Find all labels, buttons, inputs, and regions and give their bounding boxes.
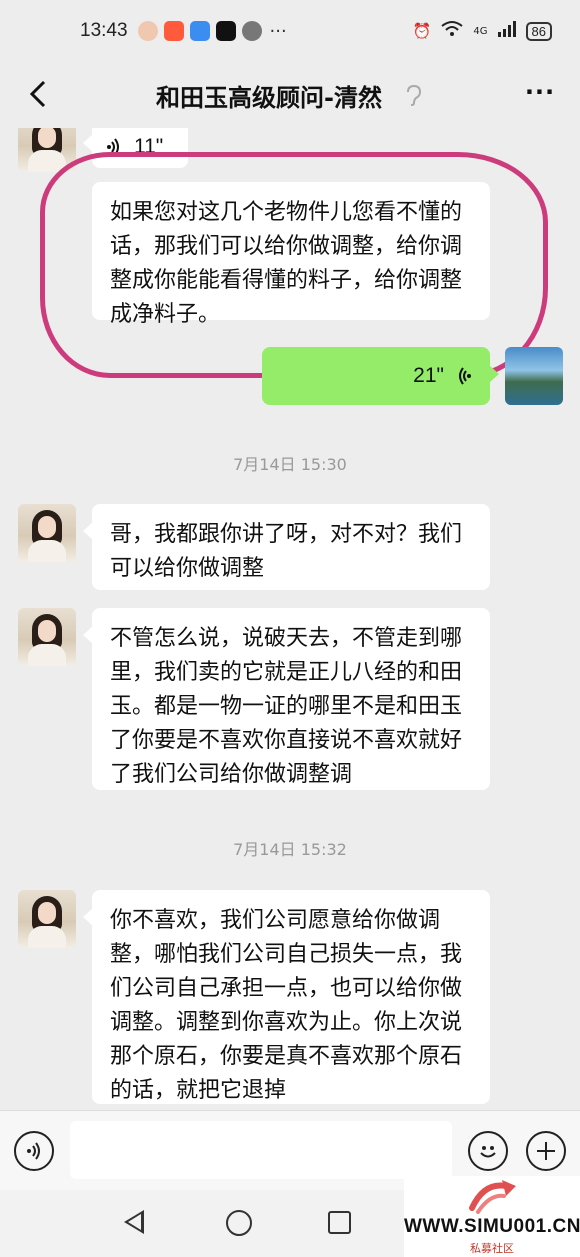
watermark-site: WWW.SIMU001.CN	[404, 1216, 580, 1237]
cloud-app-icon	[189, 21, 210, 41]
signal-icon	[497, 21, 516, 41]
chat-title: 和田玉高级顾问-清然	[156, 84, 382, 112]
more-notifications-icon: ···	[269, 20, 287, 42]
contact-avatar[interactable]	[18, 890, 76, 948]
message-bubble-incoming[interactable]: 你不喜欢，我们公司愿意给你做调整，哪怕我们公司自己损失一点，我们公司自己承担一点…	[83, 890, 490, 1104]
nav-back-button[interactable]	[124, 1210, 144, 1234]
voice-duration: 21"	[413, 364, 444, 387]
timestamp: 7月14日 15:30	[233, 455, 347, 474]
message-text: 你不喜欢，我们公司愿意给你做调整，哪怕我们公司自己损失一点，我们公司自己承担一点…	[110, 908, 463, 1103]
message-input[interactable]	[70, 1121, 452, 1179]
message-text: 哥，我都跟你讲了呀，对不对？我们可以给你做调整	[110, 522, 463, 581]
chevron-left-icon	[29, 80, 46, 108]
shop-app-icon	[163, 21, 184, 41]
back-button[interactable]	[18, 74, 58, 114]
emoji-button[interactable]	[468, 1131, 508, 1171]
smile-icon	[480, 1146, 496, 1158]
avatar-app-icon	[137, 21, 158, 41]
more-functions-button[interactable]	[526, 1131, 566, 1171]
status-app-icons	[137, 21, 262, 41]
more-options-button[interactable]: ···	[520, 74, 560, 114]
contact-avatar[interactable]	[18, 504, 76, 562]
message-bubble-incoming[interactable]: 不管怎么说，说破天去，不管走到哪里，我们卖的它就是正儿八经的和田玉。都是一物一证…	[83, 608, 490, 790]
earpiece-mode-icon	[404, 84, 422, 111]
audio-app-icon	[241, 21, 262, 41]
message-bubble-incoming[interactable]: 哥，我都跟你讲了呀，对不对？我们可以给你做调整	[83, 504, 490, 590]
voice-wave-icon	[459, 367, 471, 385]
message-list[interactable]: 11" 如果您对这几个老物件儿您看不懂的话，那我们可以给你做调整，给你调整成你能…	[0, 128, 580, 1110]
contact-avatar[interactable]	[18, 608, 76, 666]
message-text: 不管怎么说，说破天去，不管走到哪里，我们卖的它就是正儿八经的和田玉。都是一物一证…	[110, 626, 463, 787]
watermark: WWW.SIMU001.CN 私募社区	[404, 1176, 580, 1257]
watermark-subtitle: 私募社区	[470, 1242, 514, 1255]
status-time: 13:43	[80, 20, 128, 41]
chat-header: 和田玉高级顾问-清然 ···	[0, 62, 580, 128]
timestamp: 7月14日 15:32	[233, 840, 347, 859]
watermark-logo-icon	[469, 1180, 516, 1214]
voice-input-button[interactable]	[14, 1131, 54, 1171]
status-right: ⏰ 4G 86	[413, 20, 552, 42]
tiktok-app-icon	[215, 21, 236, 41]
wifi-icon	[441, 20, 464, 42]
battery-icon: 86	[525, 21, 552, 41]
network-label: 4G	[473, 25, 488, 37]
voice-message-outgoing[interactable]: 21"	[262, 347, 499, 405]
my-avatar[interactable]	[505, 347, 563, 405]
status-bar: 13:43 ··· ⏰ 4G 86	[0, 0, 580, 62]
nav-recents-button[interactable]	[328, 1211, 351, 1234]
highlight-circle-annotation	[40, 152, 548, 378]
alarm-icon: ⏰	[412, 22, 432, 40]
voice-icon	[27, 1142, 40, 1160]
nav-home-button[interactable]	[226, 1210, 252, 1236]
plus-icon	[537, 1142, 555, 1160]
